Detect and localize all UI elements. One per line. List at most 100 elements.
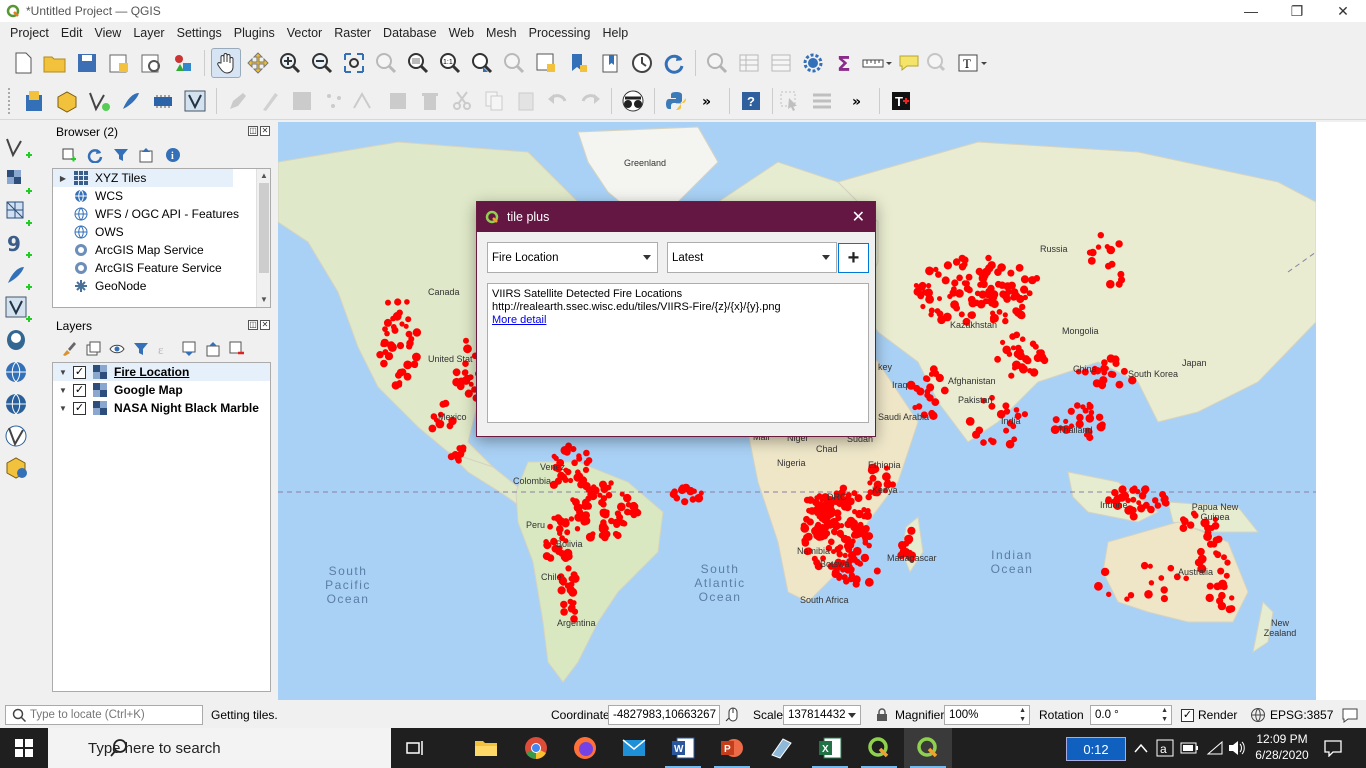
menu-help[interactable]: Help: [596, 26, 634, 40]
text-annotation-icon[interactable]: T: [958, 48, 988, 78]
excel-icon[interactable]: X: [806, 728, 854, 768]
undock-icon[interactable]: ◫: [248, 126, 258, 136]
spin-arrows-icon[interactable]: ▲ ▼: [1019, 706, 1026, 724]
browser-item-arcgis-feature[interactable]: ArcGIS Feature Service: [53, 259, 270, 277]
expand-arrow-icon[interactable]: ▶: [57, 174, 69, 183]
file-explorer-icon[interactable]: [462, 728, 510, 768]
measure-line-icon[interactable]: [862, 48, 892, 78]
style-manager-icon[interactable]: [168, 48, 198, 78]
system-clock[interactable]: 12:09 PM 6/28/2020: [1250, 731, 1314, 763]
menu-settings[interactable]: Settings: [171, 26, 228, 40]
notifications-icon[interactable]: [1324, 739, 1342, 757]
redo-icon[interactable]: [575, 86, 605, 116]
menu-database[interactable]: Database: [377, 26, 443, 40]
new-temporary-layer-icon[interactable]: [148, 86, 178, 116]
close-panel-icon[interactable]: ✕: [260, 126, 270, 136]
menu-plugins[interactable]: Plugins: [228, 26, 281, 40]
current-edits-icon[interactable]: [223, 86, 253, 116]
add-group-icon[interactable]: [84, 340, 102, 358]
toggle-extents-mouse-icon[interactable]: [725, 707, 741, 723]
add-wfs-layer-icon[interactable]: [4, 422, 36, 454]
locator-search-input[interactable]: Type to locate (Ctrl+K): [5, 705, 203, 725]
browser-item-ows[interactable]: OWS: [53, 223, 270, 241]
layer-row-fire-location[interactable]: ▼ ✓ Fire Location: [53, 363, 270, 381]
attribute-toolbar-icon[interactable]: [811, 86, 841, 116]
snipping-tool-icon[interactable]: [757, 728, 805, 768]
statistical-summary-icon[interactable]: Σ: [830, 48, 860, 78]
layout-manager-icon[interactable]: [136, 48, 166, 78]
help-icon[interactable]: ?: [736, 86, 766, 116]
cut-features-icon[interactable]: [447, 86, 477, 116]
wifi-icon[interactable]: [1206, 740, 1224, 756]
new-virtual-layer-icon[interactable]: [180, 86, 210, 116]
toolbar-overflow-2-icon[interactable]: »: [843, 86, 873, 116]
browser-item-arcgis-map[interactable]: ArcGIS Map Service: [53, 241, 270, 259]
new-project-icon[interactable]: [8, 48, 38, 78]
undo-icon[interactable]: [543, 86, 573, 116]
new-shapefile-layer-icon[interactable]: [84, 86, 114, 116]
collapse-all-icon[interactable]: [138, 146, 156, 164]
zoom-in-icon[interactable]: [275, 48, 305, 78]
refresh-icon[interactable]: [659, 48, 689, 78]
time-select[interactable]: Latest: [667, 242, 837, 273]
new-bookmark-icon[interactable]: [563, 48, 593, 78]
show-hidden-icons-icon[interactable]: [1134, 743, 1148, 753]
qgis-active-taskbar-icon[interactable]: [904, 728, 952, 768]
pan-to-selection-icon[interactable]: [243, 48, 273, 78]
menu-layer[interactable]: Layer: [127, 26, 170, 40]
layer-visibility-checkbox[interactable]: ✓: [73, 383, 86, 397]
search-options-icon[interactable]: [926, 48, 956, 78]
close-button[interactable]: ✕: [1320, 0, 1366, 22]
lock-scale-icon[interactable]: [876, 708, 888, 722]
delete-selected-icon[interactable]: [415, 86, 445, 116]
browser-item-wcs[interactable]: WCS: [53, 187, 270, 205]
add-mesh-layer-icon[interactable]: [4, 198, 36, 230]
zoom-full-icon[interactable]: [339, 48, 369, 78]
layer-row-google-map[interactable]: ▼ ✓ Google Map: [53, 381, 270, 399]
map-tips-icon[interactable]: [894, 48, 924, 78]
scroll-thumb[interactable]: [259, 183, 269, 273]
menu-web[interactable]: Web: [443, 26, 480, 40]
open-project-icon[interactable]: [40, 48, 70, 78]
magnifier-spinbox[interactable]: 100% ▲ ▼: [944, 705, 1030, 725]
zoom-out-icon[interactable]: [307, 48, 337, 78]
crs-label[interactable]: EPSG:3857: [1270, 708, 1333, 722]
recording-timer[interactable]: 0:12: [1066, 737, 1126, 761]
zoom-last-icon[interactable]: [467, 48, 497, 78]
add-raster-layer-icon[interactable]: [4, 166, 36, 198]
menu-project[interactable]: Project: [4, 26, 55, 40]
maximize-button[interactable]: ❐: [1274, 0, 1320, 22]
new-print-layout-icon[interactable]: [104, 48, 134, 78]
statistics-table-icon[interactable]: [766, 48, 796, 78]
copy-features-icon[interactable]: [479, 86, 509, 116]
menu-vector[interactable]: Vector: [281, 26, 328, 40]
taskbar-search-input[interactable]: Type here to search: [48, 728, 391, 768]
new-map-view-icon[interactable]: [531, 48, 561, 78]
coordinate-field[interactable]: -4827983,10663267: [608, 705, 720, 725]
filter-legend-icon[interactable]: [132, 340, 150, 358]
save-project-icon[interactable]: [72, 48, 102, 78]
add-layer-button[interactable]: +: [838, 243, 869, 273]
browser-scrollbar[interactable]: ▲ ▼: [256, 169, 270, 307]
paste-features-icon[interactable]: [511, 86, 541, 116]
zoom-next-icon[interactable]: [499, 48, 529, 78]
chrome-icon[interactable]: [512, 728, 560, 768]
add-postgis-layer-icon[interactable]: [4, 326, 36, 358]
browser-item-wfs[interactable]: WFS / OGC API - Features: [53, 205, 270, 223]
add-selected-layers-icon[interactable]: [60, 146, 78, 164]
toggle-editing-icon[interactable]: [255, 86, 285, 116]
menu-edit[interactable]: Edit: [55, 26, 89, 40]
tile-plus-plugin-icon[interactable]: [618, 86, 648, 116]
more-detail-link[interactable]: More detail: [492, 314, 546, 326]
add-spatialite-layer-icon[interactable]: [4, 262, 36, 294]
refresh-browser-icon[interactable]: [86, 146, 104, 164]
open-attribute-table-icon[interactable]: [734, 48, 764, 78]
scroll-down-arrow[interactable]: ▼: [257, 293, 271, 307]
add-virtual-layer-icon[interactable]: [4, 294, 36, 326]
properties-info-icon[interactable]: i: [164, 146, 182, 164]
layer-row-nasa-black-marble[interactable]: ▼ ✓ NASA Night Black Marble: [53, 399, 270, 417]
save-edits-icon[interactable]: [287, 86, 317, 116]
plugin-t-plus-icon[interactable]: T: [886, 86, 916, 116]
filter-by-expression-icon[interactable]: ε: [156, 340, 174, 358]
add-arcgis-layer-icon[interactable]: [4, 454, 36, 486]
